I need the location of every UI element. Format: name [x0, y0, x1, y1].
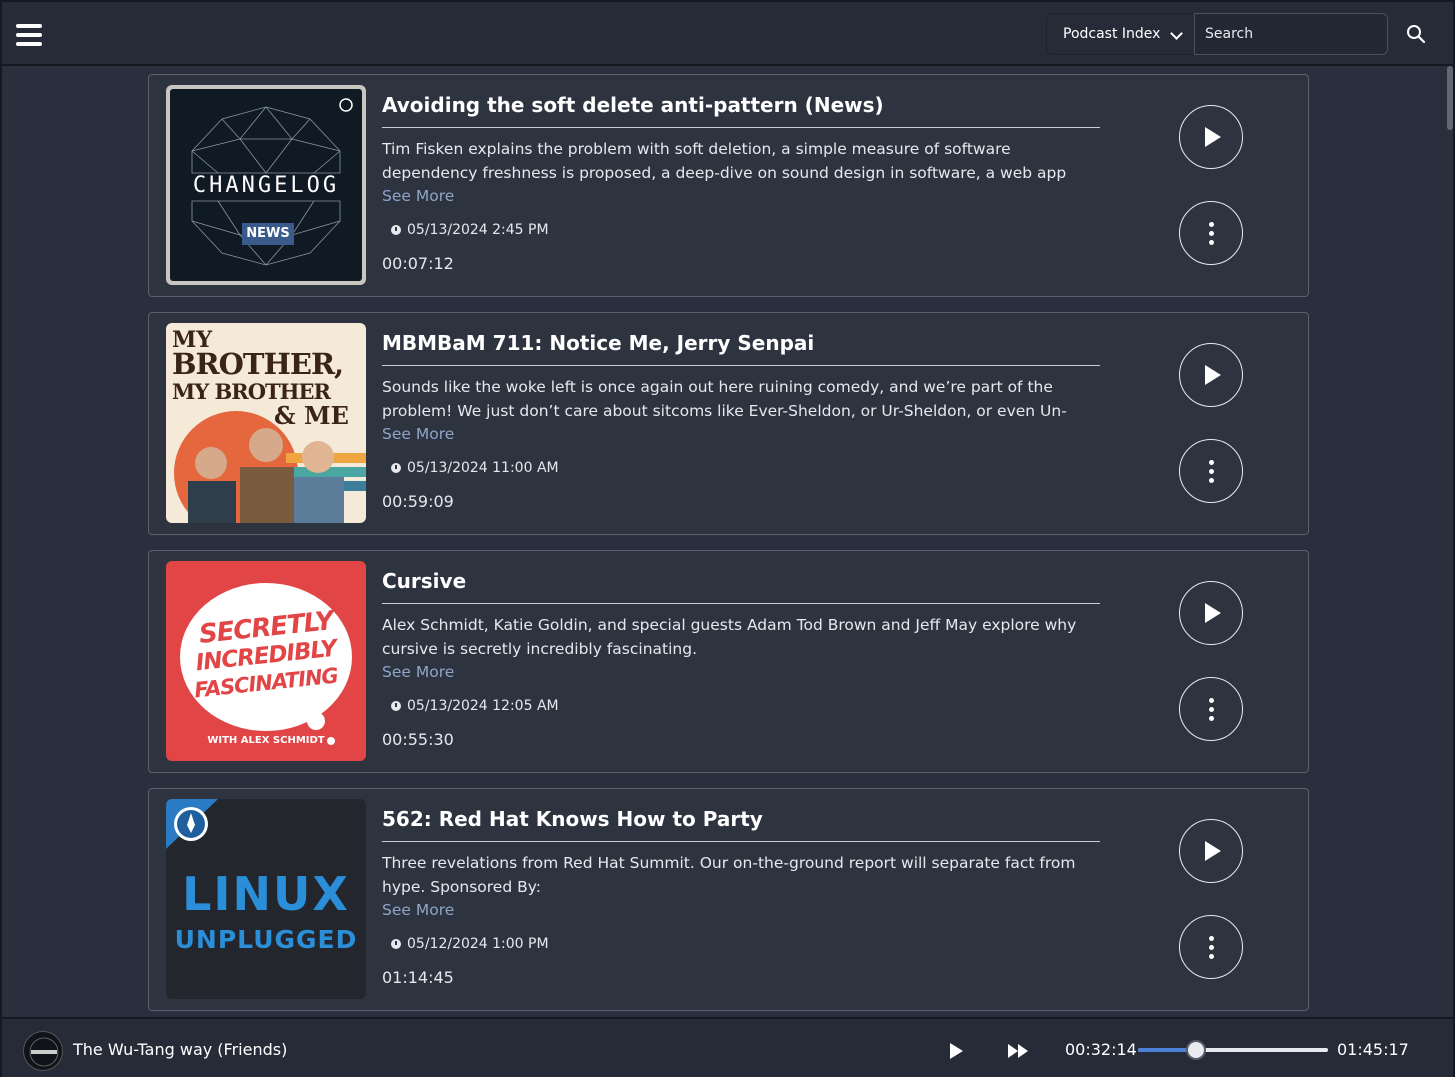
- more-options-button[interactable]: [1179, 439, 1243, 503]
- play-icon: [1205, 841, 1221, 861]
- episode-card: MY BROTHER, MY BROTHER & ME MBMBaM 711: …: [148, 312, 1309, 535]
- publish-date: 05/12/2024 1:00 PM: [391, 936, 549, 952]
- clock-icon: [391, 701, 401, 711]
- search-icon[interactable]: [1404, 22, 1428, 46]
- player-bar: The Wu-Tang way (Friends) 00:32:14 01:45…: [2, 1017, 1453, 1077]
- play-button[interactable]: [1179, 343, 1243, 407]
- publish-date: 05/13/2024 11:00 AM: [391, 460, 559, 476]
- episode-duration: 00:07:12: [382, 254, 454, 273]
- publish-date-text: 05/12/2024 1:00 PM: [407, 936, 549, 952]
- artwork-credit: WITH ALEX SCHMIDT: [207, 735, 325, 746]
- clock-icon: [391, 463, 401, 473]
- seek-slider[interactable]: [1138, 1040, 1328, 1060]
- search-source-label: Podcast Index: [1063, 26, 1161, 42]
- more-options-button[interactable]: [1179, 677, 1243, 741]
- play-button[interactable]: [1179, 819, 1243, 883]
- episode-duration: 00:55:30: [382, 730, 454, 749]
- publish-date: 05/13/2024 12:05 AM: [391, 698, 559, 714]
- see-more-link[interactable]: See More: [382, 187, 454, 205]
- episode-title[interactable]: 562: Red Hat Knows How to Party: [382, 807, 1100, 842]
- more-vertical-icon: [1208, 459, 1214, 483]
- search-source-select[interactable]: Podcast Index: [1046, 13, 1196, 55]
- episode-artwork[interactable]: MY BROTHER, MY BROTHER & ME: [166, 323, 366, 523]
- search-input[interactable]: [1194, 13, 1388, 55]
- current-time: 00:32:14: [1065, 1040, 1137, 1059]
- clock-icon: [391, 939, 401, 949]
- publish-date-text: 05/13/2024 12:05 AM: [407, 698, 559, 714]
- chevron-down-icon: [1170, 27, 1183, 40]
- more-vertical-icon: [1208, 221, 1214, 245]
- episode-description: Alex Schmidt, Katie Goldin, and special …: [382, 616, 1077, 658]
- hamburger-menu-icon[interactable]: [16, 24, 42, 46]
- episode-duration: 00:59:09: [382, 492, 454, 511]
- play-button[interactable]: [1179, 581, 1243, 645]
- clock-icon: [391, 225, 401, 235]
- episode-description: Sounds like the woke left is once again …: [382, 378, 1067, 420]
- episode-card: SECRETLY INCREDIBLY FASCINATING WITH ALE…: [148, 550, 1309, 773]
- artwork-line-2: BROTHER,: [172, 347, 344, 381]
- now-playing-artwork[interactable]: [23, 1031, 63, 1071]
- top-bar: Podcast Index: [2, 2, 1453, 66]
- fast-forward-icon[interactable]: [1006, 1041, 1030, 1061]
- see-more-link[interactable]: See More: [382, 663, 454, 681]
- episode-title[interactable]: MBMBaM 711: Notice Me, Jerry Senpai: [382, 331, 1100, 366]
- publish-date: 05/13/2024 2:45 PM: [391, 222, 549, 238]
- now-playing-title: The Wu-Tang way (Friends): [73, 1040, 288, 1059]
- episode-artwork[interactable]: SECRETLY INCREDIBLY FASCINATING WITH ALE…: [166, 561, 366, 761]
- play-icon: [1205, 127, 1221, 147]
- see-more-link[interactable]: See More: [382, 901, 454, 919]
- episode-artwork[interactable]: CHANGELOG NEWS: [166, 85, 366, 285]
- artwork-line-1: LINUX: [182, 867, 350, 921]
- publish-date-text: 05/13/2024 11:00 AM: [407, 460, 559, 476]
- episode-description: Three revelations from Red Hat Summit. O…: [382, 854, 1076, 896]
- more-vertical-icon: [1208, 935, 1214, 959]
- artwork-line-4: & ME: [274, 401, 349, 430]
- play-icon: [1205, 603, 1221, 623]
- episode-card: LINUX UNPLUGGED 562: Red Hat Knows How t…: [148, 788, 1309, 1011]
- more-options-button[interactable]: [1179, 915, 1243, 979]
- play-icon: [1205, 365, 1221, 385]
- episode-title[interactable]: Avoiding the soft delete anti-pattern (N…: [382, 93, 1100, 128]
- artwork-logo-text: CHANGELOG: [192, 173, 340, 198]
- see-more-link[interactable]: See More: [382, 425, 454, 443]
- play-button[interactable]: [1179, 105, 1243, 169]
- player-play-icon[interactable]: [946, 1041, 966, 1061]
- episode-description: Tim Fisken explains the problem with sof…: [382, 140, 1067, 182]
- episode-duration: 01:14:45: [382, 968, 454, 987]
- more-vertical-icon: [1208, 697, 1214, 721]
- more-options-button[interactable]: [1179, 201, 1243, 265]
- publish-date-text: 05/13/2024 2:45 PM: [407, 222, 549, 238]
- total-time: 01:45:17: [1337, 1040, 1409, 1059]
- episode-artwork[interactable]: LINUX UNPLUGGED: [166, 799, 366, 999]
- episode-title[interactable]: Cursive: [382, 569, 1100, 604]
- episode-card: CHANGELOG NEWS Avoiding the soft delete …: [148, 74, 1309, 297]
- seek-thumb[interactable]: [1186, 1040, 1207, 1060]
- scrollbar[interactable]: [1447, 66, 1453, 130]
- artwork-badge-text: NEWS: [242, 223, 294, 245]
- artwork-line-2: UNPLUGGED: [174, 925, 358, 954]
